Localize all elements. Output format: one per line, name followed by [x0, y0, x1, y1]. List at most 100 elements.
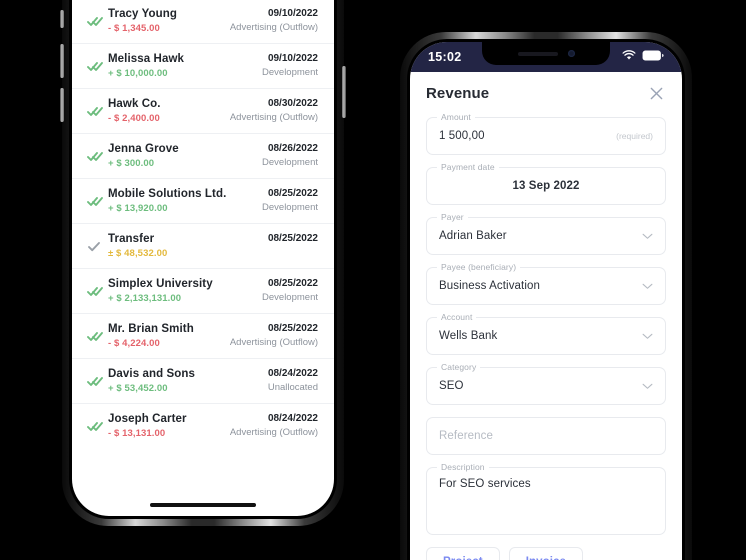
home-indicator[interactable] — [150, 503, 256, 507]
table-row[interactable]: Joseph Carter - $ 13,131.00 08/24/2022 A… — [72, 404, 334, 448]
table-row[interactable]: Tracy Young - $ 1,345.00 09/10/2022 Adve… — [72, 0, 334, 44]
row-primary: Jenna Grove + $ 300.00 — [108, 143, 179, 169]
wifi-icon — [622, 48, 636, 66]
invoice-button[interactable]: Invoice — [508, 547, 584, 560]
payee-field-value: Business Activation — [439, 280, 540, 292]
row-secondary: 09/10/2022 Advertising (Outflow) — [230, 8, 318, 33]
close-icon[interactable] — [647, 84, 666, 103]
chevron-down-icon[interactable] — [642, 283, 653, 290]
row-primary: Tracy Young - $ 1,345.00 — [108, 8, 177, 34]
table-row[interactable]: Hawk Co. - $ 2,400.00 08/30/2022 Adverti… — [72, 89, 334, 134]
project-button[interactable]: Project — [426, 547, 500, 560]
account-select[interactable]: Account Wells Bank — [426, 312, 666, 355]
table-row[interactable]: Simplex University + $ 2,133,131.00 08/2… — [72, 269, 334, 314]
transaction-date: 08/30/2022 — [267, 98, 318, 109]
account-field-value: Wells Bank — [439, 330, 498, 342]
double-check-icon — [82, 16, 108, 27]
payment-date-field[interactable]: Payment date 13 Sep 2022 — [426, 162, 666, 205]
chevron-down-icon[interactable] — [642, 383, 653, 390]
amount-field[interactable]: Amount 1 500,00 (required) — [426, 112, 666, 155]
chevron-down-icon[interactable] — [642, 333, 653, 340]
status-bar: 15:02 — [410, 42, 682, 72]
row-primary: Mr. Brian Smith - $ 4,224.00 — [108, 323, 194, 349]
amount-field-value: 1 500,00 — [439, 130, 485, 142]
description-field-label: Description — [437, 462, 489, 472]
row-body: Davis and Sons + $ 53,452.00 08/24/2022 … — [108, 368, 318, 394]
table-row[interactable]: Jenna Grove + $ 300.00 08/26/2022 Develo… — [72, 134, 334, 179]
table-row[interactable]: Davis and Sons + $ 53,452.00 08/24/2022 … — [72, 359, 334, 404]
transaction-amount: - $ 2,400.00 — [108, 113, 160, 124]
table-row[interactable]: Melissa Hawk + $ 10,000.00 09/10/2022 De… — [72, 44, 334, 89]
payee-select[interactable]: Payee (beneficiary) Business Activation — [426, 262, 666, 305]
payment-date-field-value: 13 Sep 2022 — [512, 180, 580, 192]
device-notch — [482, 42, 610, 65]
row-secondary: 08/24/2022 Advertising (Outflow) — [230, 413, 318, 438]
transaction-name: Tracy Young — [108, 8, 178, 20]
power-button[interactable] — [342, 66, 346, 118]
transaction-name: Mr. Brian Smith — [108, 323, 194, 335]
row-secondary: 08/24/2022 Unallocated — [268, 368, 318, 393]
row-primary: Melissa Hawk + $ 10,000.00 — [108, 53, 184, 79]
row-body: Melissa Hawk + $ 10,000.00 09/10/2022 De… — [108, 53, 318, 79]
transaction-category: Development — [262, 202, 318, 213]
category-field-value: SEO — [439, 380, 464, 392]
description-field[interactable]: Description For SEO services — [426, 462, 666, 535]
page-title: Revenue — [426, 85, 490, 102]
reference-field[interactable]: Reference — [426, 417, 666, 455]
table-row[interactable]: Mobile Solutions Ltd. + $ 13,920.00 08/2… — [72, 179, 334, 224]
transaction-name: Hawk Co. — [108, 98, 161, 110]
transaction-category: Development — [262, 292, 318, 303]
revenue-form-sheet: Revenue Amount 1 500,00 (required) Payme… — [410, 70, 682, 560]
description-field-value: For SEO services — [439, 478, 531, 490]
transaction-name: Joseph Carter — [108, 413, 187, 425]
phone-device-right: 15:02 Revenue Amount 1 500,00 (required)… — [400, 32, 692, 560]
transaction-amount: + $ 2,133,131.00 — [108, 293, 182, 304]
row-primary: Hawk Co. - $ 2,400.00 — [108, 98, 161, 124]
row-secondary: 09/10/2022 Development — [262, 53, 318, 78]
status-bar-icons — [622, 48, 664, 66]
payer-field-value: Adrian Baker — [439, 230, 507, 242]
transaction-name: Melissa Hawk — [108, 53, 184, 65]
transaction-list[interactable]: Simplex University + $ 5,000.00 09/14/20… — [72, 0, 334, 448]
transaction-date: 08/24/2022 — [267, 368, 318, 379]
double-check-icon — [82, 331, 108, 342]
silent-switch[interactable] — [60, 10, 64, 28]
double-check-icon — [82, 196, 108, 207]
row-primary: Transfer ± $ 48,532.00 — [108, 233, 167, 259]
transaction-amount: + $ 300.00 — [108, 158, 155, 169]
transaction-category: Advertising (Outflow) — [229, 112, 318, 123]
phone-bezel-left: Simplex University + $ 5,000.00 09/14/20… — [69, 0, 337, 519]
earpiece-speaker-icon — [517, 51, 558, 56]
front-camera-icon — [567, 50, 575, 57]
row-body: Simplex University + $ 2,133,131.00 08/2… — [108, 278, 318, 304]
chevron-down-icon[interactable] — [642, 233, 653, 240]
payer-field-label: Payer — [437, 212, 468, 222]
transaction-date: 08/24/2022 — [267, 413, 318, 424]
row-body: Jenna Grove + $ 300.00 08/26/2022 Develo… — [108, 143, 318, 169]
table-row[interactable]: Mr. Brian Smith - $ 4,224.00 08/25/2022 … — [72, 314, 334, 359]
transaction-amount: - $ 13,131.00 — [108, 428, 166, 439]
table-row[interactable]: Transfer ± $ 48,532.00 08/25/2022 — [72, 224, 334, 269]
row-body: Mobile Solutions Ltd. + $ 13,920.00 08/2… — [108, 188, 318, 214]
account-field-label: Account — [437, 312, 477, 322]
amount-required-hint: (required) — [616, 131, 653, 141]
status-bar-clock: 15:02 — [428, 50, 462, 64]
transaction-date: 08/25/2022 — [267, 278, 318, 289]
double-check-icon — [82, 286, 108, 297]
phone-bezel-right: 15:02 Revenue Amount 1 500,00 (required)… — [407, 39, 685, 560]
category-select[interactable]: Category SEO — [426, 362, 666, 405]
row-body: Hawk Co. - $ 2,400.00 08/30/2022 Adverti… — [108, 98, 318, 124]
phone-device-left: Simplex University + $ 5,000.00 09/14/20… — [60, 0, 346, 526]
transaction-amount: - $ 1,345.00 — [108, 23, 160, 34]
transaction-date: 08/25/2022 — [267, 188, 318, 199]
volume-down-button[interactable] — [60, 88, 64, 122]
amount-field-label: Amount — [437, 112, 475, 122]
transaction-name: Transfer — [108, 233, 155, 245]
row-primary: Mobile Solutions Ltd. + $ 13,920.00 — [108, 188, 226, 214]
row-secondary: 08/25/2022 Development — [262, 278, 318, 303]
payer-select[interactable]: Payer Adrian Baker — [426, 212, 666, 255]
row-body: Transfer ± $ 48,532.00 08/25/2022 — [108, 233, 318, 259]
volume-up-button[interactable] — [60, 44, 64, 78]
double-check-icon — [82, 151, 108, 162]
row-body: Mr. Brian Smith - $ 4,224.00 08/25/2022 … — [108, 323, 318, 349]
